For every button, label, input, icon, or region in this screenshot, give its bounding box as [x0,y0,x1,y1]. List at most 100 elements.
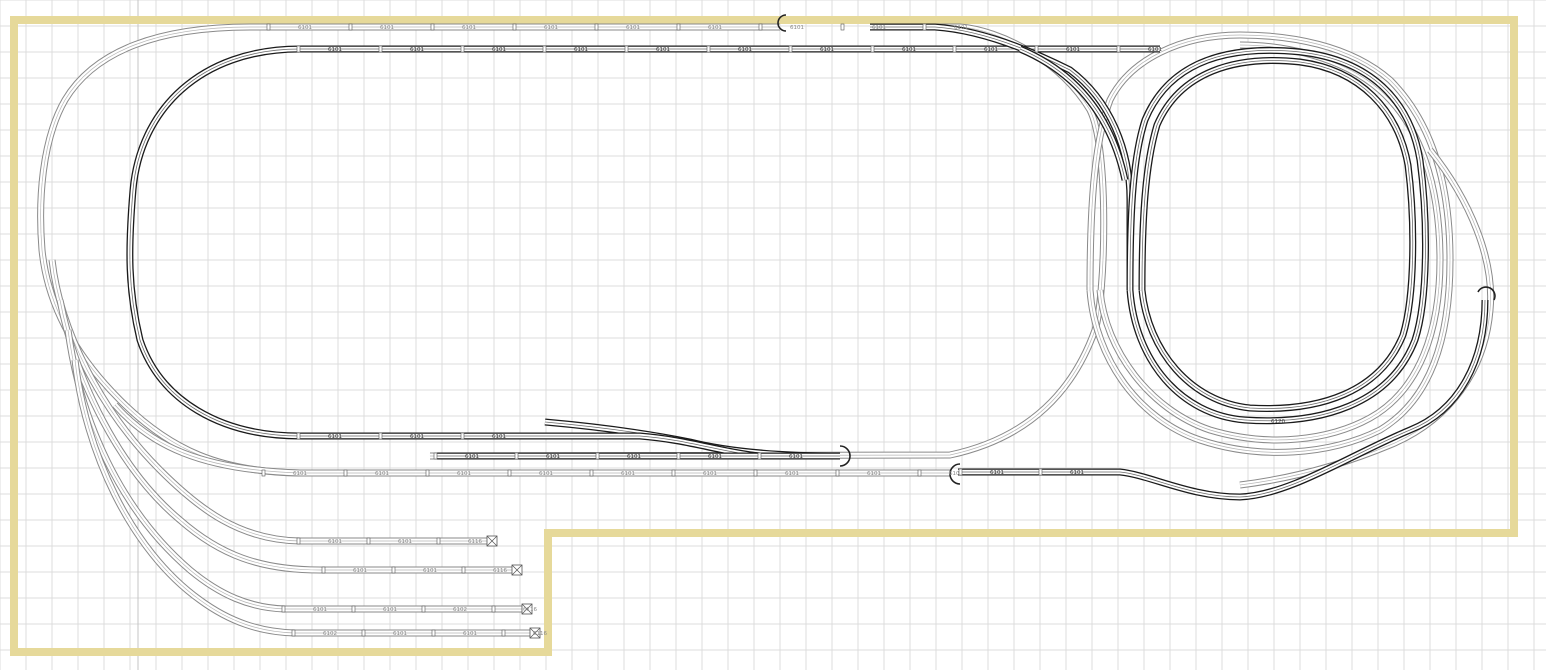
track-joint [460,45,465,53]
track-joint [296,432,301,440]
track-piece-label: 6101 [574,47,588,53]
track-joint [281,605,286,613]
track-joint [348,23,353,31]
track-joint [378,432,383,440]
track-piece-label: 6101 [1148,47,1162,53]
track-piece-label: 6101 [293,471,307,477]
track-joint [321,566,326,574]
track-joint [917,469,922,477]
track-joint [624,45,629,53]
track-joint [835,469,840,477]
track-joint [514,452,519,460]
track-joint [1116,45,1121,53]
track-joint [421,605,426,613]
track-piece-label: 6101 [423,568,437,574]
track-piece-label: 6101 [539,471,553,477]
track-piece-label: 6101 [789,454,803,460]
track-piece-label: 6101 [393,631,407,637]
track-joint [922,23,927,31]
track-piece-label: 6101 [656,47,670,53]
track-joint [870,45,875,53]
track-joint [460,432,465,440]
lower-track-level [37,23,1495,637]
track-joint [1034,45,1039,53]
track-joint [671,469,676,477]
track-joint [391,566,396,574]
track-joint [507,469,512,477]
track-piece-label: 6101 [820,47,834,53]
track-joint [261,469,266,477]
track-joint [676,23,681,31]
track-piece-label: 6101 [462,25,476,31]
track-piece-label: 6101 [375,471,389,477]
track-piece-label: 6101 [465,454,479,460]
upper-track-segment[interactable] [126,45,1160,440]
track-piece-label: 6101 [990,470,1004,476]
track-piece-label: 6116 [493,568,507,574]
track-joint [296,45,301,53]
track-piece-label: 6101 [902,47,916,53]
upper-track-level [126,23,1489,501]
track-piece-label: 6101 [872,25,886,31]
track-piece-label: 6101 [867,471,881,477]
track-joint [461,566,466,574]
track-joint [425,469,430,477]
track-piece-label: 6101 [708,454,722,460]
track-joint [433,452,438,460]
track-piece-label: 6101 [492,434,506,440]
track-piece-label: 6102 [453,607,467,613]
track-joint [436,537,441,545]
track-piece-label: 6101 [544,25,558,31]
track-piece-label: 6101 [627,454,641,460]
track-piece-label: 6101 [492,47,506,53]
track-piece-label: 6116 [523,607,537,613]
track-joint [351,605,356,613]
track-joint [296,537,301,545]
track-joint [594,23,599,31]
track-joint [378,45,383,53]
track-joint [1038,468,1043,476]
track-joint [589,469,594,477]
track-piece-label: 6101 [621,471,635,477]
track-piece-label: 6101 [328,434,342,440]
track-piece-label: 6101 [738,47,752,53]
track-piece-label: 6101 [785,471,799,477]
track-piece-label: 6101 [298,25,312,31]
track-piece-label: 6101 [954,25,968,31]
track-joint [706,45,711,53]
track-piece-label: 6101 [410,434,424,440]
track-joint [430,23,435,31]
lower-track-segment[interactable] [429,23,1108,460]
track-piece-label: 6101 [1066,47,1080,53]
track-piece-label: 6101 [790,25,804,31]
track-joint [958,468,963,476]
track-joint [343,469,348,477]
track-piece-label: 6101 [984,47,998,53]
track-joint [491,605,496,613]
track-piece-label: 6101 [703,471,717,477]
lower-track-segment[interactable] [71,359,538,637]
track-piece-label: 6101 [463,631,477,637]
track-joint [952,45,957,53]
track-joint [366,537,371,545]
track-piece-label: 6116 [468,539,482,545]
track-joint [512,23,517,31]
track-piece-label: 6101 [353,568,367,574]
track-piece-label: 6101 [626,25,640,31]
track-joint [431,629,436,637]
track-joint [501,629,506,637]
track-piece-label: 6101 [328,539,342,545]
inner-loop-label: 6120 [1271,419,1285,425]
track-piece-label: 6101 [383,607,397,613]
track-joint [595,452,600,460]
track-joint [266,23,271,31]
track-plan-canvas[interactable]: 6101 6101 6101 6101 6101 6101 6101 6101 6101 6101… [0,0,1546,670]
track-markers [486,14,1496,639]
track-piece-label: 6102 [323,631,337,637]
track-piece-label: 6116 [533,631,547,637]
track-piece-label: 6101 [380,25,394,31]
buffer-stop [511,564,523,576]
track-piece-label: 6101 [313,607,327,613]
track-joint [758,23,763,31]
track-piece-label: 6101 [398,539,412,545]
